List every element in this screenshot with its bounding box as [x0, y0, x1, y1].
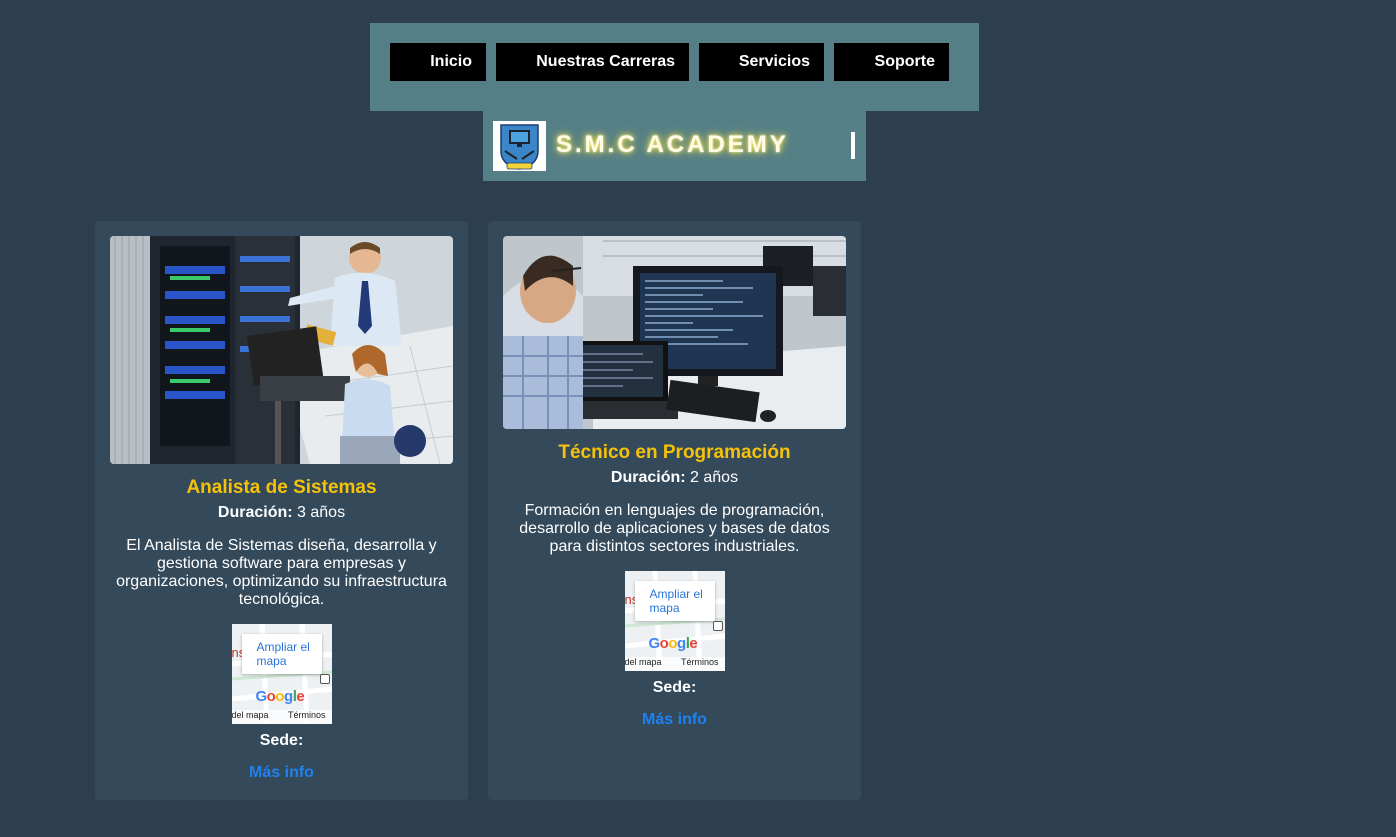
nav-servicios-button[interactable]: Servicios: [699, 43, 824, 81]
map-terms-link[interactable]: Términos: [288, 710, 326, 724]
card-description: Formación en lenguajes de programación, …: [519, 502, 830, 555]
google-logo: Google: [255, 688, 305, 705]
map-footer: del mapa Términos: [624, 657, 725, 671]
text-cursor: [851, 132, 855, 159]
card-duration: Duración: 3 años: [110, 503, 453, 523]
map-footer: del mapa Términos: [231, 710, 332, 724]
google-logo: Google: [648, 635, 698, 652]
sede-label: Sede:: [652, 679, 697, 696]
map-terms-link[interactable]: Términos: [681, 657, 719, 671]
career-card-analista: Analista de Sistemas Duración: 3 años El…: [95, 221, 468, 800]
more-info-link[interactable]: Más info: [642, 711, 707, 729]
duration-label: Duración:: [217, 504, 293, 521]
map-embed[interactable]: ns Fl Ampliar el mapa Google del mapa Té…: [624, 571, 725, 671]
nav-bar: Inicio Nuestras Carreras Servicios Sopor…: [370, 23, 979, 111]
card-photo-datacenter: [110, 236, 453, 464]
nav-carreras-button[interactable]: Nuestras Carreras: [496, 43, 689, 81]
map-control-icon[interactable]: [319, 674, 330, 684]
map-data-text: del mapa: [624, 657, 662, 667]
brand-title: S.M.C ACADEMY: [556, 131, 789, 158]
more-info-link[interactable]: Más info: [249, 764, 314, 782]
nav-inicio-button[interactable]: Inicio: [390, 43, 486, 81]
map-enlarge-link[interactable]: Ampliar el mapa: [241, 634, 322, 674]
map-control-icon[interactable]: [712, 621, 723, 631]
card-body: Técnico en Programación Duración: 2 años…: [503, 442, 846, 729]
duration-value: 2 años: [690, 469, 739, 486]
sede-label: Sede:: [259, 732, 304, 749]
map-enlarge-link[interactable]: Ampliar el mapa: [634, 581, 715, 621]
card-photo-programmer: [503, 236, 846, 429]
nav-soporte-button[interactable]: Soporte: [834, 43, 949, 81]
card-title: Analista de Sistemas: [186, 477, 377, 498]
map-data-text: del mapa: [231, 710, 269, 720]
career-card-tecnico: Técnico en Programación Duración: 2 años…: [488, 221, 861, 800]
map-embed[interactable]: ns Fl Ampliar el mapa Google del mapa Té…: [231, 624, 332, 724]
card-duration: Duración: 2 años: [503, 468, 846, 488]
brand-header: S.M.C ACADEMY: [483, 111, 866, 181]
card-body: Analista de Sistemas Duración: 3 años El…: [110, 477, 453, 782]
card-description: El Analista de Sistemas diseña, desarrol…: [116, 537, 447, 608]
academy-logo: [493, 121, 546, 171]
duration-label: Duración:: [610, 469, 686, 486]
duration-value: 3 años: [297, 504, 346, 521]
card-title: Técnico en Programación: [558, 442, 791, 463]
